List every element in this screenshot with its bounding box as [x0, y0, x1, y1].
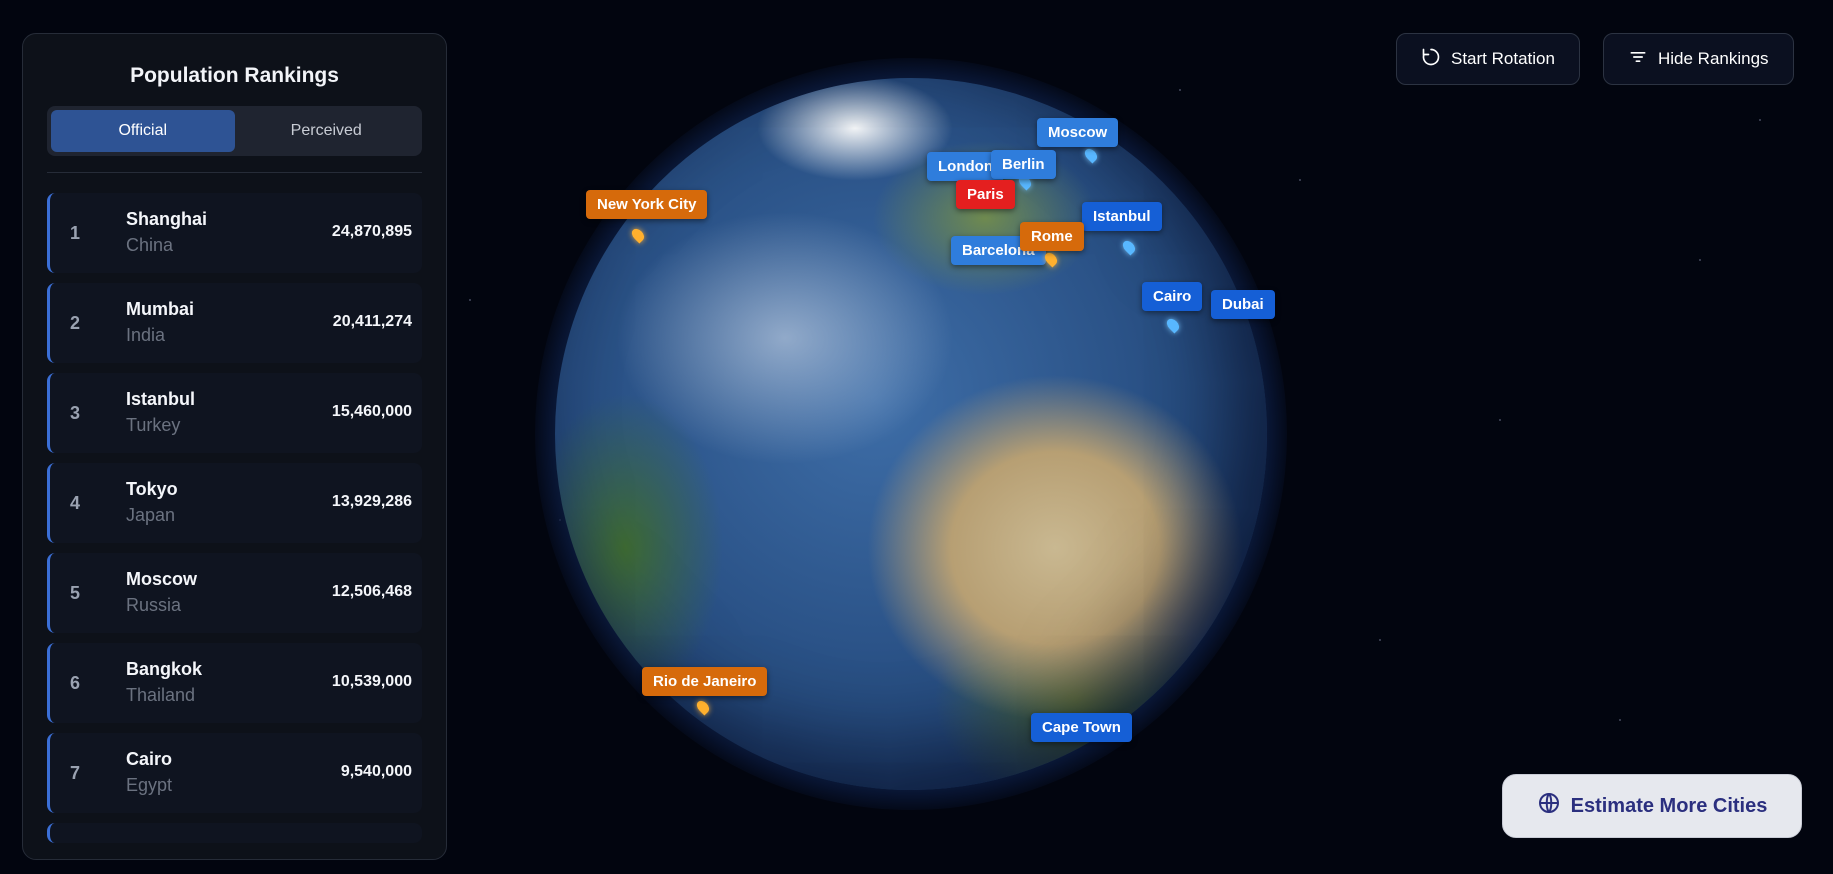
- tab-official[interactable]: Official: [51, 110, 235, 152]
- globe-container[interactable]: [535, 58, 1287, 810]
- filter-icon: [1628, 47, 1648, 72]
- city-name: Moscow: [126, 569, 198, 589]
- ranking-row[interactable]: 3 Istanbul Turkey 15,460,000: [47, 373, 422, 453]
- population-value: 13,929,286: [331, 493, 412, 510]
- ranking-row-partial[interactable]: [47, 823, 422, 843]
- rank-number: 3: [70, 403, 81, 423]
- rank-number: 2: [70, 313, 81, 333]
- rankings-list: 1 Shanghai China 24,870,895 2 Mumbai Ind…: [47, 193, 422, 843]
- map-label-paris[interactable]: Paris: [956, 180, 1015, 209]
- ranking-row[interactable]: 7 Cairo Egypt 9,540,000: [47, 733, 422, 813]
- map-label-dubai[interactable]: Dubai: [1211, 290, 1275, 319]
- ranking-row[interactable]: 5 Moscow Russia 12,506,468: [47, 553, 422, 633]
- ranking-row[interactable]: 1 Shanghai China 24,870,895: [47, 193, 422, 273]
- rankings-panel: Population Rankings Official Perceived 1…: [22, 33, 447, 860]
- rank-number: 1: [70, 223, 81, 243]
- start-rotation-button[interactable]: Start Rotation: [1396, 33, 1580, 85]
- start-rotation-label: Start Rotation: [1451, 49, 1555, 68]
- country-name: Japan: [126, 505, 176, 525]
- tab-perceived[interactable]: Perceived: [235, 110, 419, 152]
- map-label-new-york-city[interactable]: New York City: [586, 190, 708, 219]
- country-name: Russia: [126, 595, 182, 615]
- ranking-row[interactable]: 4 Tokyo Japan 13,929,286: [47, 463, 422, 543]
- rank-number: 7: [70, 763, 81, 783]
- city-name: Istanbul: [126, 389, 196, 409]
- map-label-rio-de-janeiro[interactable]: Rio de Janeiro: [642, 667, 768, 696]
- country-name: Thailand: [126, 685, 196, 705]
- population-value: 24,870,895: [331, 223, 412, 240]
- city-name: Mumbai: [126, 299, 195, 319]
- map-label-moscow[interactable]: Moscow: [1037, 118, 1119, 147]
- country-name: India: [126, 325, 166, 345]
- hide-rankings-button[interactable]: Hide Rankings: [1603, 33, 1794, 85]
- panel-divider: [47, 172, 422, 173]
- rankings-mode-toggle: Official Perceived: [47, 106, 422, 156]
- hide-rankings-label: Hide Rankings: [1658, 49, 1769, 68]
- globe-icon: [1537, 791, 1561, 821]
- city-name: Shanghai: [126, 209, 208, 229]
- rank-number: 4: [70, 493, 81, 513]
- city-name: Tokyo: [126, 479, 178, 499]
- city-name: Cairo: [126, 749, 173, 769]
- map-label-cairo[interactable]: Cairo: [1142, 282, 1203, 311]
- population-value: 12,506,468: [331, 583, 412, 600]
- map-label-rome[interactable]: Rome: [1020, 222, 1084, 251]
- map-label-cape-town[interactable]: Cape Town: [1031, 713, 1132, 742]
- country-name: China: [126, 235, 174, 255]
- population-value: 15,460,000: [331, 403, 412, 420]
- population-value: 20,411,274: [332, 313, 412, 330]
- estimate-more-cities-button[interactable]: Estimate More Cities: [1502, 774, 1802, 838]
- population-value: 10,539,000: [331, 673, 412, 690]
- country-name: Egypt: [126, 775, 173, 795]
- panel-title: Population Rankings: [130, 64, 339, 87]
- population-value: 9,540,000: [340, 763, 412, 780]
- map-label-istanbul[interactable]: Istanbul: [1082, 202, 1162, 231]
- rank-number: 6: [70, 673, 81, 693]
- map-label-berlin[interactable]: Berlin: [991, 150, 1056, 179]
- ranking-row[interactable]: 6 Bangkok Thailand 10,539,000: [47, 643, 422, 723]
- ranking-row[interactable]: 2 Mumbai India 20,411,274: [47, 283, 422, 363]
- estimate-more-cities-label: Estimate More Cities: [1570, 794, 1768, 817]
- city-name: Bangkok: [126, 659, 203, 679]
- country-name: Turkey: [126, 415, 181, 435]
- rotate-icon: [1421, 47, 1441, 72]
- rank-number: 5: [70, 583, 81, 603]
